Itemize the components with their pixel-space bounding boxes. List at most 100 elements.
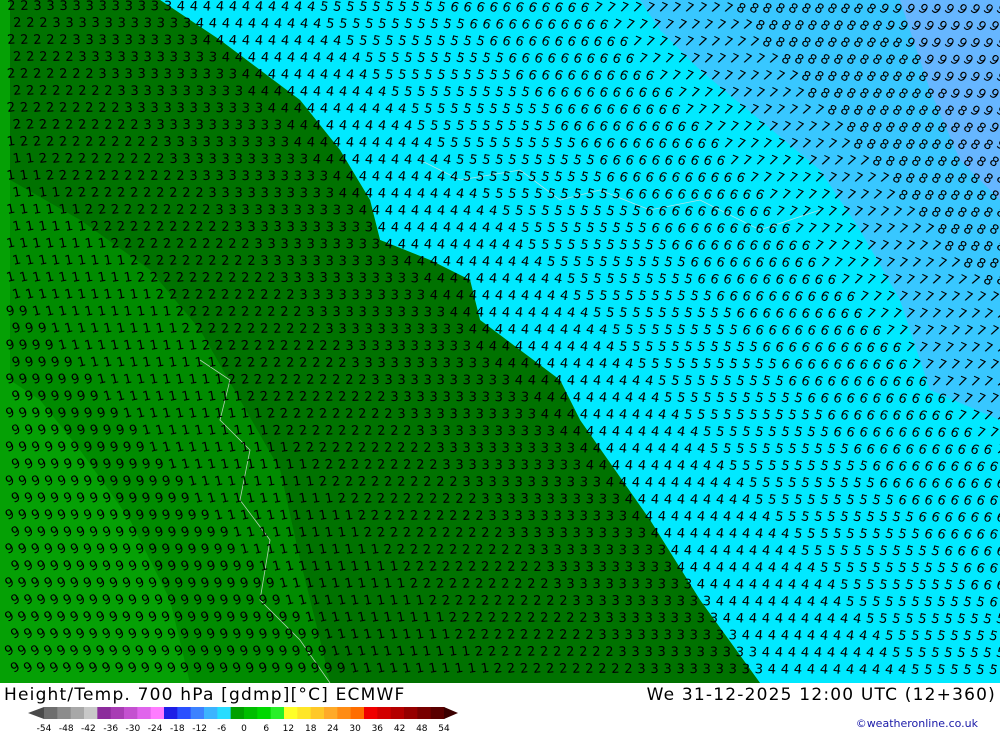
scale-swatch — [84, 707, 98, 719]
scale-left-arrow — [28, 707, 44, 719]
barb-digit: 2 — [137, 135, 146, 150]
barb-digit: 3 — [364, 220, 373, 236]
barb-digit: 4 — [793, 662, 803, 678]
barb-digit: 4 — [741, 628, 750, 644]
barb-digit: 2 — [103, 185, 113, 201]
barb-digit: 3 — [507, 492, 515, 507]
barb-digit: 3 — [189, 135, 197, 150]
barb-digit: 3 — [143, 118, 152, 133]
barb-digit: 3 — [397, 305, 406, 320]
barb-digit: 2 — [358, 373, 367, 388]
barb-digit: 2 — [246, 355, 256, 371]
barb-digit: 3 — [157, 84, 165, 99]
map-footer: Height/Temp. 700 hPa [gdmp][°C] ECMWF We… — [0, 683, 1000, 733]
barb-digit: 3 — [579, 577, 587, 592]
barb-digit: 2 — [345, 406, 354, 422]
barb-digit: 3 — [112, 33, 120, 48]
barb-digit: 3 — [117, 16, 126, 31]
barb-digit: 2 — [545, 661, 555, 677]
scale-swatch — [57, 707, 72, 719]
barb-digit: 2 — [376, 491, 386, 507]
barb-digit: 4 — [202, 33, 211, 49]
barb-digit: 3 — [579, 509, 588, 524]
barb-digit: 2 — [273, 355, 283, 371]
barb-digit: 3 — [450, 407, 458, 422]
barb-digit: 2 — [247, 287, 256, 303]
barb-digit: 3 — [332, 305, 340, 320]
barb-digit: 4 — [280, 67, 290, 83]
barb-digit: 3 — [442, 424, 450, 439]
barb-digit: 4 — [397, 237, 406, 253]
barb-digit: 3 — [319, 203, 328, 218]
barb-digit: 3 — [371, 271, 380, 286]
barb-digit: 2 — [449, 475, 458, 490]
barb-digit: 2 — [155, 253, 165, 269]
barb-digit: 2 — [624, 662, 633, 677]
barb-digit: 2 — [592, 645, 601, 660]
barb-digit: 3 — [611, 492, 620, 508]
barb-digit: 3 — [345, 203, 354, 219]
barb-digit: 2 — [494, 593, 504, 609]
barb-digit: 3 — [46, 0, 55, 14]
scale-swatch — [97, 707, 112, 719]
credit-link[interactable]: ©weatheronline.co.uk — [856, 717, 978, 730]
barb-digit: 4 — [345, 169, 355, 185]
barb-digit: 4 — [494, 322, 504, 338]
scale-swatch — [217, 707, 232, 719]
barb-digit: 4 — [319, 135, 329, 151]
barb-digit: 4 — [579, 441, 588, 457]
barb-digit: 3 — [358, 237, 367, 252]
barb-digit: 3 — [501, 373, 510, 389]
barb-digit: 3 — [429, 356, 438, 371]
barb-digit: 4 — [449, 271, 459, 287]
barb-digit: 3 — [423, 339, 432, 354]
barb-digit: 3 — [241, 203, 249, 218]
barb-digit: 3 — [637, 526, 646, 542]
barb-digit: 4 — [663, 492, 673, 508]
barb-digit: 2 — [455, 525, 464, 541]
barb-digit: 4 — [403, 220, 413, 236]
barb-digit: 2 — [13, 16, 22, 31]
barb-digit: 2 — [259, 355, 269, 371]
barb-digit: 3 — [299, 152, 308, 168]
barb-digit: 3 — [644, 645, 652, 660]
barb-digit: 3 — [520, 424, 529, 439]
barb-digit: 3 — [371, 373, 380, 388]
barb-digit: 3 — [364, 288, 373, 303]
barb-digit: 3 — [689, 662, 697, 677]
barb-digit: 4 — [631, 441, 641, 457]
barb-digit: 3 — [475, 475, 484, 490]
barb-digit: 2 — [448, 576, 458, 592]
barb-digit: 3 — [527, 475, 536, 490]
barb-digit: 3 — [131, 50, 139, 65]
barb-digit: 2 — [488, 576, 497, 592]
barb-digit: 2 — [410, 508, 420, 524]
barb-digit: 4 — [293, 135, 302, 151]
barb-digit: 2 — [207, 287, 217, 303]
barb-digit: 4 — [228, 33, 238, 49]
barb-digit: 4 — [332, 169, 341, 185]
barb-digit: 3 — [215, 203, 224, 218]
barb-digit: 2 — [332, 373, 341, 388]
barb-digit: 3 — [286, 186, 295, 201]
barb-digit: 3 — [163, 67, 172, 82]
barb-digit: 2 — [481, 559, 490, 575]
barb-digit: 2 — [514, 610, 524, 626]
barb-digit: 2 — [344, 440, 354, 456]
barb-digit: 3 — [593, 577, 601, 592]
barb-digit: 2 — [59, 67, 68, 82]
barb-digit: 3 — [176, 67, 185, 82]
barb-digit: 2 — [143, 185, 152, 201]
barb-digit: 3 — [404, 356, 412, 371]
barb-digit: 3 — [507, 458, 515, 473]
barb-digit: 2 — [241, 271, 250, 286]
barb-digit: 4 — [644, 475, 654, 491]
barb-digit: 3 — [33, 0, 42, 14]
barb-digit: 4 — [416, 254, 426, 270]
scale-tick-label: -12 — [192, 724, 207, 733]
barb-digit: 2 — [337, 457, 347, 473]
barb-digit: 2 — [104, 151, 113, 167]
barb-digit: 3 — [494, 492, 503, 507]
barb-digit: 3 — [598, 492, 607, 507]
barb-digit: 2 — [500, 610, 510, 626]
